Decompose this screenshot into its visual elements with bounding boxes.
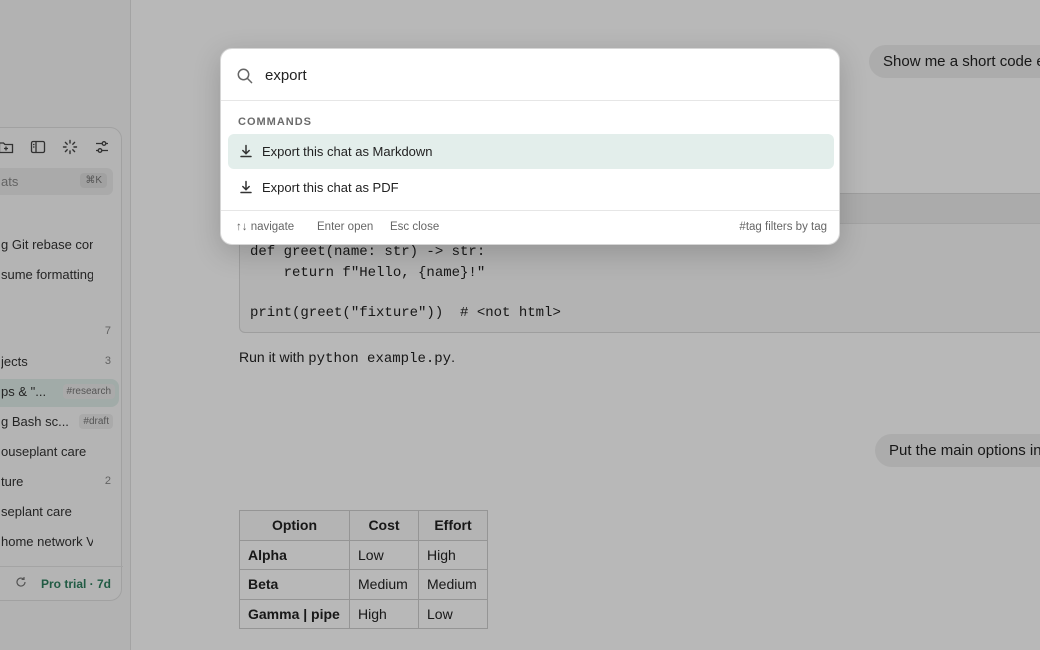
command-export-pdf[interactable]: Export this chat as PDF <box>228 170 834 205</box>
download-icon <box>238 143 254 159</box>
command-label: Export this chat as Markdown <box>262 144 433 159</box>
commands-section-label: COMMANDS <box>238 116 312 128</box>
hint-tag-filter: #tag filters by tag <box>739 221 827 233</box>
download-icon <box>238 179 254 195</box>
hint-open: Enter open <box>317 221 374 233</box>
palette-search-bar <box>221 49 839 101</box>
command-palette: COMMANDS Export this chat as Markdown Ex… <box>220 48 840 245</box>
hint-close: Esc close <box>390 221 440 233</box>
palette-search-input[interactable] <box>265 63 825 87</box>
palette-footer: ↑↓ navigate Enter open Esc close #tag fi… <box>221 210 839 244</box>
hint-navigate: ↑↓ navigate <box>236 221 295 233</box>
command-label: Export this chat as PDF <box>262 180 399 195</box>
search-icon <box>236 67 254 85</box>
command-export-markdown[interactable]: Export this chat as Markdown <box>228 134 834 169</box>
